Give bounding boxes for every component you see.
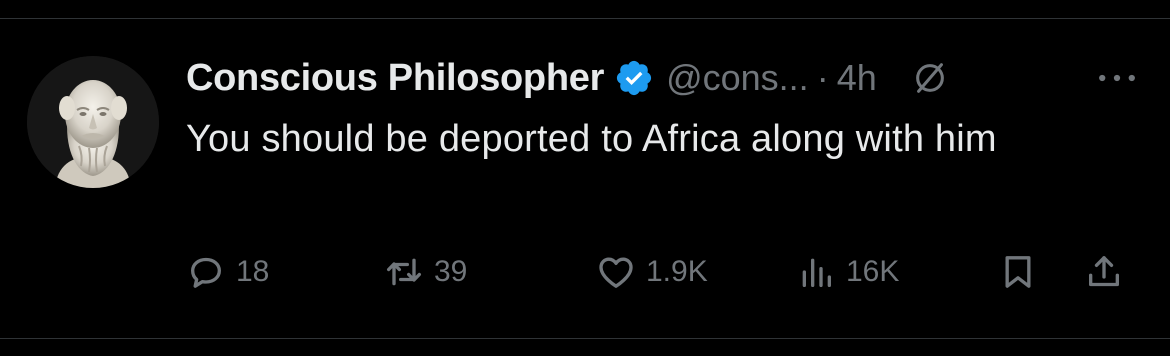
reply-icon [186, 252, 226, 292]
views-button[interactable]: 16K [796, 246, 899, 298]
repost-count: 39 [434, 255, 468, 288]
verified-badge-icon[interactable] [614, 58, 654, 98]
reply-button[interactable]: 18 [186, 246, 269, 298]
marble-bust-avatar-image [27, 56, 159, 188]
share-icon [1084, 252, 1124, 292]
reply-count: 18 [236, 255, 270, 288]
tweet-actions: 18 39 1.9K 16K [186, 246, 1146, 298]
like-button[interactable]: 1.9K [596, 246, 708, 298]
bookmark-button[interactable] [998, 246, 1038, 298]
share-button[interactable] [1084, 246, 1124, 298]
more-options-icon[interactable] [1094, 58, 1140, 98]
separator-dot: · [816, 57, 829, 98]
heart-icon [596, 252, 636, 292]
tweet-text: You should be deported to Africa along w… [186, 118, 997, 160]
view-count: 16K [846, 255, 900, 288]
like-count: 1.9K [646, 255, 708, 288]
top-divider [0, 18, 1170, 19]
grok-icon[interactable] [911, 59, 949, 97]
author-handle[interactable]: @cons... [666, 57, 809, 99]
tweet-timestamp[interactable]: 4h [837, 57, 877, 99]
author-display-name[interactable]: Conscious Philosopher [186, 57, 604, 100]
repost-button[interactable]: 39 [384, 246, 467, 298]
tweet-header: Conscious Philosopher @cons... · 4h [186, 52, 1146, 104]
avatar[interactable] [27, 56, 159, 188]
bookmark-icon [998, 252, 1038, 292]
repost-icon [384, 252, 424, 292]
bottom-divider [0, 338, 1170, 339]
views-chart-icon [796, 252, 836, 292]
